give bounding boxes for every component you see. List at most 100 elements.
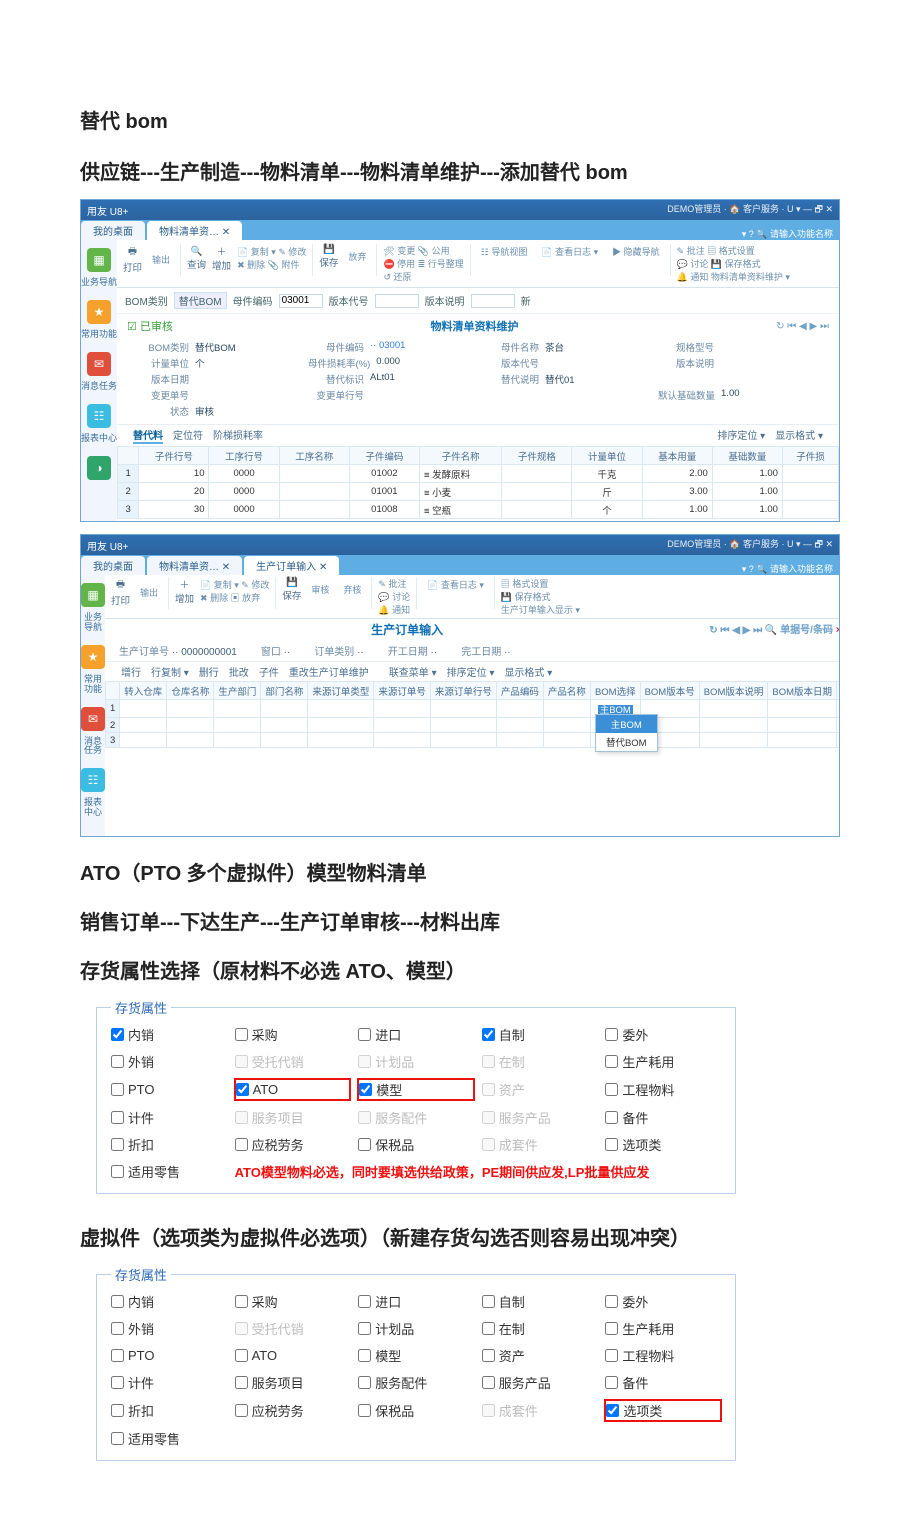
chk-xuanxianglei[interactable]: 选项类 [605, 1400, 721, 1421]
chk-pto[interactable]: PTO [111, 1079, 227, 1100]
chk-jijian[interactable]: 计件 [111, 1373, 227, 1392]
chk-zizhi[interactable]: 自制 [482, 1025, 598, 1044]
chk-waixiao[interactable]: 外销 [111, 1052, 227, 1071]
viewlog-button[interactable]: 📄 查看日志 ▾ [537, 244, 602, 259]
chk-shiyonglingshou[interactable]: 适用零售 [111, 1162, 227, 1181]
chk-yingshuilaowu[interactable]: 应税劳务 [235, 1400, 351, 1421]
chk-beijian[interactable]: 备件 [605, 1373, 721, 1392]
output-button[interactable]: 输出 [136, 585, 162, 600]
navview-button[interactable]: ☷ 导航视图 [477, 244, 532, 259]
chk-fuwuchanpin[interactable]: 服务产品 [482, 1373, 598, 1392]
sidebar-icon-report[interactable]: ☷ [81, 768, 105, 792]
chk-fuwuxiangmu[interactable]: 服务项目 [235, 1373, 351, 1392]
chk-gongchengwuliao[interactable]: 工程物料 [605, 1346, 721, 1365]
chk-jihuapin[interactable]: 计划品 [358, 1319, 474, 1338]
print-button[interactable]: 🖶打印 [123, 244, 142, 274]
chk-shiyonglingshou[interactable]: 适用零售 [111, 1429, 227, 1448]
disable-button[interactable]: ⛔ 停用 [383, 259, 415, 269]
chk-jinkou[interactable]: 进口 [358, 1025, 474, 1044]
order-row-btn[interactable]: 排序定位 ▾ [447, 664, 495, 679]
approve-button[interactable]: ✎ 批注 [677, 246, 705, 256]
chk-neixiao[interactable]: 内销 [111, 1025, 227, 1044]
chk-caigou[interactable]: 采购 [235, 1025, 351, 1044]
restore-button[interactable]: ↺ 还原 [383, 272, 411, 282]
sidebar-icon-msg[interactable]: ✉ [81, 707, 105, 731]
chk-yingshuilaowu[interactable]: 应税劳务 [235, 1135, 351, 1154]
chk-weiwei[interactable]: 委外 [605, 1025, 721, 1044]
ver-input[interactable] [375, 294, 419, 308]
new-button[interactable]: 新 [521, 293, 531, 308]
tab-desktop[interactable]: 我的桌面 [81, 556, 145, 575]
maint-button[interactable]: 物料清单资料维护 ▾ [711, 272, 790, 282]
chk-baoshuipin[interactable]: 保税品 [358, 1135, 474, 1154]
chk-pto[interactable]: PTO [111, 1346, 227, 1365]
sidebar-icon-nav[interactable]: ▦ [87, 248, 111, 272]
add-button[interactable]: ＋增加 [212, 244, 231, 272]
reorder-button[interactable]: ≣ 行号整理 [418, 259, 464, 269]
order-row-btn[interactable]: 增行 [121, 664, 141, 679]
order-row-btn[interactable]: 行复制 ▾ [151, 664, 189, 679]
save-button[interactable]: 💾保存 [319, 244, 338, 269]
display-format-button[interactable]: 显示格式 ▾ [775, 427, 823, 444]
chk-baoshuipin[interactable]: 保税品 [358, 1400, 474, 1421]
chk-waixiao[interactable]: 外销 [111, 1319, 227, 1338]
chk-zaizhi[interactable]: 在制 [482, 1319, 598, 1338]
desc-input[interactable] [471, 294, 515, 308]
order-row-btn[interactable]: 联查菜单 ▾ [389, 664, 437, 679]
search-box[interactable]: ▾ ? 🔍 请输入功能名称 [736, 227, 839, 240]
abandon-button[interactable]: 弃核 [339, 582, 365, 597]
sidebar-icon-report[interactable]: ☷ [87, 404, 111, 428]
query-button[interactable]: 🔍查询 [187, 246, 206, 271]
savefmt-button[interactable]: 💾 保存格式 [711, 259, 761, 269]
chk-fuwupeijian[interactable]: 服务配件 [358, 1373, 474, 1392]
tab-bom-info[interactable]: 物料清单资… ✕ [147, 556, 242, 575]
chk-gongchengwuliao[interactable]: 工程物料 [605, 1079, 721, 1100]
sidebar-icon-fav[interactable]: ★ [81, 645, 105, 669]
modify-button[interactable]: ✎ 修改 [278, 247, 306, 257]
tab-desktop[interactable]: 我的桌面 [81, 221, 145, 240]
format-button[interactable]: ▤ 格式设置 [707, 246, 755, 256]
sidebar-icon-msg[interactable]: ✉ [87, 352, 111, 376]
copy-button[interactable]: 📄 复制 ▾ [237, 247, 276, 257]
output-button[interactable]: 输出 [148, 252, 174, 267]
cancel-button[interactable]: 放弃 [344, 249, 370, 264]
tab-bom-info[interactable]: 物料清单资… ✕ [147, 221, 242, 240]
talk-button[interactable]: 💬 讨论 [677, 259, 709, 269]
attach-button[interactable]: 📎 附件 [268, 260, 300, 270]
chk-moxing[interactable]: 模型 [358, 1346, 474, 1365]
order-row-btn[interactable]: 子件 [259, 664, 279, 679]
del-button[interactable]: ✖ 删除 [237, 260, 265, 270]
change-button[interactable]: 🛠 变更 [383, 246, 415, 256]
order-row-btn[interactable]: 批改 [229, 664, 249, 679]
chk-xuanxianglei[interactable]: 选项类 [605, 1135, 721, 1154]
tab-order-input[interactable]: 生产订单输入 ✕ [244, 556, 339, 575]
sort-button[interactable]: 排序定位 ▾ [717, 427, 765, 444]
chk-ato[interactable]: ATO [235, 1079, 351, 1100]
sidebar-icon-more[interactable]: ◑ [87, 456, 111, 480]
chk-ato[interactable]: ATO [235, 1346, 351, 1365]
chk-moxing[interactable]: 模型 [358, 1079, 474, 1100]
chk-shengchanhaoyong[interactable]: 生产耗用 [605, 1319, 721, 1338]
tab-alt[interactable]: 替代料 [133, 427, 163, 444]
order-row-btn[interactable]: 删行 [199, 664, 219, 679]
search-box[interactable]: ▾ ? 🔍 请输入功能名称 [736, 562, 839, 575]
add-button[interactable]: ＋增加 [175, 577, 194, 605]
chk-zhekou[interactable]: 折扣 [111, 1400, 227, 1421]
order-row-btn[interactable]: 重改生产订单维护 [289, 664, 369, 679]
chk-zhekou[interactable]: 折扣 [111, 1135, 227, 1154]
hidenav-button[interactable]: ▶ 隐藏导航 [608, 244, 664, 259]
public-button[interactable]: 📎 公用 [418, 246, 450, 256]
viewlog-button[interactable]: 📄 查看日志 ▾ [423, 577, 488, 592]
sidebar-icon-fav[interactable]: ★ [87, 300, 111, 324]
chk-beijian[interactable]: 备件 [605, 1108, 721, 1127]
review-button[interactable]: 审核 [307, 582, 333, 597]
order-row-btn[interactable]: 显示格式 ▾ [504, 664, 552, 679]
tab-tiered-loss[interactable]: 阶梯损耗率 [213, 427, 263, 444]
save-button[interactable]: 💾保存 [282, 577, 301, 602]
print-button[interactable]: 🖶打印 [111, 577, 130, 607]
record-nav[interactable]: ↻ ⏮ ◀ ▶ ⏭ [776, 321, 829, 332]
chk-jijian[interactable]: 计件 [111, 1108, 227, 1127]
notify-button[interactable]: 🔔 通知 [677, 272, 709, 282]
sidebar-icon-nav[interactable]: ▦ [81, 583, 105, 607]
chk-shengchanhaoyong[interactable]: 生产耗用 [605, 1052, 721, 1071]
